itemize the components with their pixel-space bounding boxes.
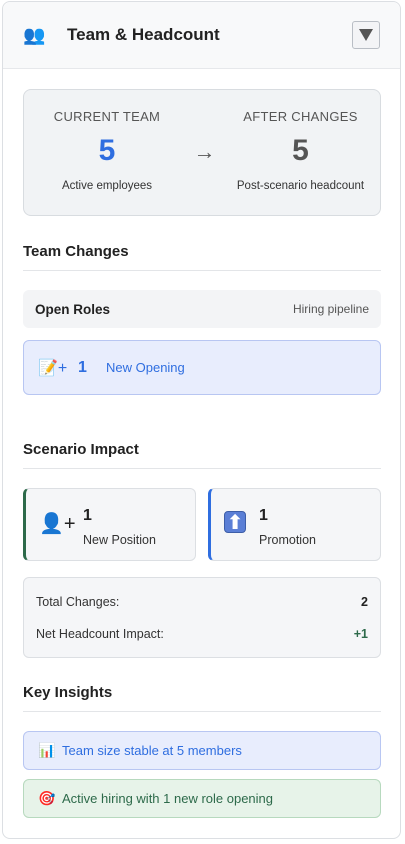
total-changes-value: 2 <box>361 595 368 609</box>
net-impact-row: Net Headcount Impact: +1 <box>36 618 368 650</box>
arrow-right-icon: → <box>193 139 216 164</box>
current-team-value: 5 <box>98 134 116 167</box>
impact-totals: Total Changes: 2 Net Headcount Impact: +… <box>23 577 381 658</box>
promotion-card: ⬆ 1 Promotion <box>208 488 381 561</box>
open-roles-label: Open Roles <box>35 301 111 317</box>
panel-header: 👥 Team & Headcount <box>3 2 400 69</box>
insight-text: Team size stable at 5 members <box>62 743 242 758</box>
current-team-block: CURRENT TEAM 5 Active employees <box>24 90 190 192</box>
new-position-label: New Position <box>83 533 156 547</box>
user-plus-icon: 👤+ <box>39 513 76 535</box>
target-icon: 🎯 <box>38 790 56 806</box>
after-changes-label: AFTER CHANGES <box>243 109 358 124</box>
collapse-button[interactable] <box>352 21 380 49</box>
bar-chart-icon: 📊 <box>38 742 56 758</box>
insight-text: Active hiring with 1 new role opening <box>62 791 274 806</box>
total-changes-row: Total Changes: 2 <box>36 586 368 618</box>
insight-item: 🎯 Active hiring with 1 new role opening <box>23 779 381 818</box>
scenario-impact-heading: Scenario Impact <box>23 441 381 469</box>
hiring-pipeline-tag: Hiring pipeline <box>292 302 369 316</box>
open-roles-row: Open Roles Hiring pipeline <box>23 290 381 328</box>
headcount-comparison: CURRENT TEAM 5 Active employees → AFTER … <box>23 89 381 216</box>
after-changes-sub: Post-scenario headcount <box>236 180 365 192</box>
total-changes-label: Total Changes: <box>36 595 120 609</box>
new-position-card: 👤+ 1 New Position <box>23 488 196 561</box>
key-insights-heading: Key Insights <box>23 684 381 712</box>
new-opening-count: 1 <box>78 358 87 376</box>
after-changes-value: 5 <box>292 134 309 167</box>
new-position-value: 1 <box>83 507 92 524</box>
net-impact-label: Net Headcount Impact: <box>36 627 164 641</box>
promotion-label: Promotion <box>259 533 316 547</box>
promotion-value: 1 <box>259 507 268 524</box>
current-team-label: CURRENT TEAM <box>53 109 161 124</box>
memo-plus-icon: 📝+ <box>38 359 68 377</box>
new-opening-label: New Opening <box>106 360 185 375</box>
current-team-sub: Active employees <box>61 180 153 192</box>
up-arrow-icon: ⬆ <box>224 511 246 534</box>
insight-item: 📊 Team size stable at 5 members <box>23 731 381 770</box>
after-changes-block: AFTER CHANGES 5 Post-scenario headcount <box>219 90 382 192</box>
team-changes-heading: Team Changes <box>23 243 381 271</box>
net-impact-value: +1 <box>353 627 368 641</box>
new-opening-item[interactable]: 📝+ 1 New Opening <box>23 340 381 395</box>
people-icon: 👥 <box>23 24 46 45</box>
chevron-down-icon <box>359 29 373 41</box>
panel-title: Team & Headcount <box>67 25 220 44</box>
team-headcount-panel: 👥 Team & Headcount CURRENT TEAM 5 Active… <box>2 1 401 839</box>
